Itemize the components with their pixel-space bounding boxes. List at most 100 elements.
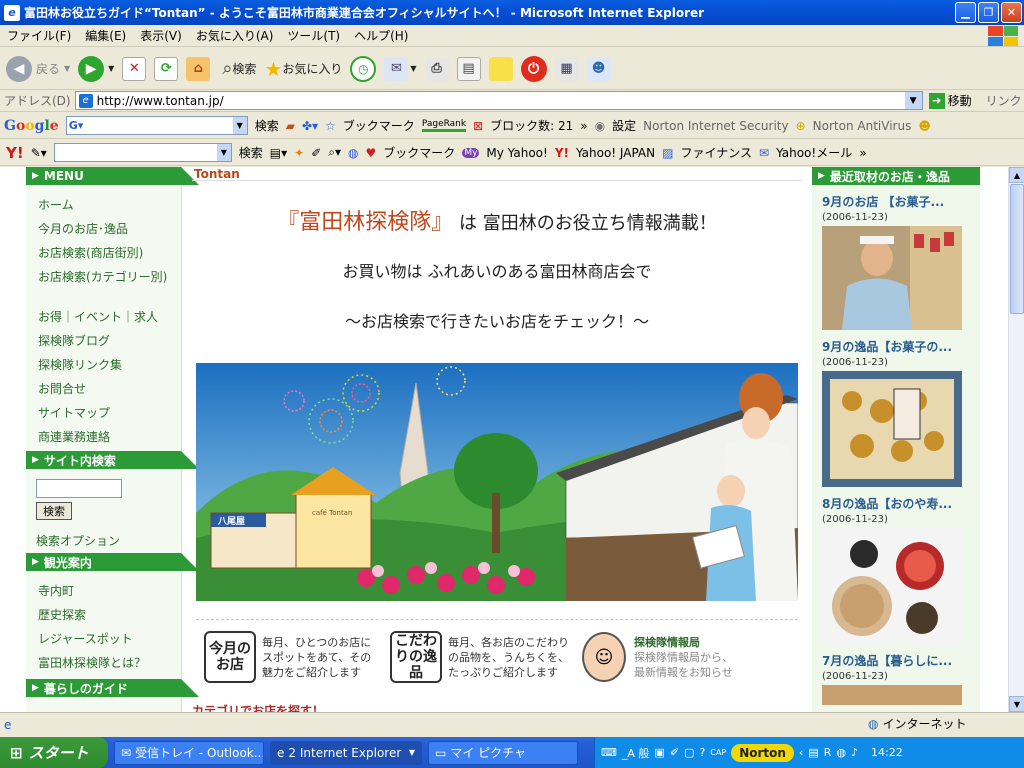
feature-shop-of-month[interactable]: 今月のお店 毎月、ひとつのお店に スポットをあて、その 魅力をご紹介します — [204, 629, 371, 685]
expand-tray-icon[interactable]: ‹ — [799, 746, 803, 759]
eraser-icon[interactable]: ✐ — [311, 146, 321, 160]
yahoo-search-button[interactable]: 検索 — [239, 144, 263, 161]
clock[interactable]: 14:22 — [871, 746, 903, 759]
menu-view[interactable]: 表示(V) — [133, 27, 189, 44]
menu-link[interactable]: お店検索(カテゴリー別) — [38, 265, 181, 305]
recent-item[interactable]: 9月のお店 【お菓子... (2006-11-23) — [812, 193, 980, 330]
contacts-button[interactable]: ☻ — [586, 56, 611, 81]
tray-icon[interactable]: ▤ — [808, 746, 818, 759]
go-button[interactable]: ➜ 移動 — [928, 92, 972, 109]
menu-link[interactable]: サイトマップ — [38, 401, 181, 425]
recent-item[interactable]: 7月の逸品【暮らしに... (2006-11-23) — [812, 652, 980, 705]
taskbar-outlook[interactable]: ✉ 受信トレイ - Outlook... — [114, 740, 264, 765]
scroll-thumb[interactable] — [1010, 184, 1024, 314]
history-button[interactable]: ◷ — [350, 55, 377, 82]
recent-item-title[interactable]: 8月の逸品【おのや寿... — [822, 495, 980, 512]
chevron-down-icon[interactable]: ▼ — [232, 117, 247, 134]
keyboard-icon[interactable]: ⌨ — [601, 746, 617, 759]
address-input[interactable]: e http://www.tontan.jp/ ▼ — [74, 91, 923, 110]
menu-link[interactable]: お問合せ — [38, 377, 181, 401]
popup-blocker-count[interactable]: ブロック数: 21 — [490, 117, 573, 134]
scroll-down-icon[interactable]: ▼ — [1009, 696, 1024, 712]
refresh-button[interactable]: ⟳ — [154, 56, 179, 81]
tourism-link[interactable]: 富田林探検隊とは？ — [38, 651, 181, 675]
menu-link[interactable]: 探検隊リンク集 — [38, 353, 181, 377]
google-search-input[interactable]: G▾ ▼ — [65, 116, 248, 135]
norton-security-label[interactable]: Norton Internet Security — [643, 119, 788, 133]
feature-special-item[interactable]: こだわりの逸品 毎月、各お店のこだわり の品物を、うんちくを、 たっぷりご紹介し… — [390, 629, 569, 685]
stop-button[interactable]: ✕ — [122, 56, 147, 81]
tray-icon[interactable]: ▣ — [654, 746, 664, 759]
menu-link[interactable]: お店検索(商店街別) — [38, 241, 181, 265]
tray-icon[interactable]: R — [824, 746, 832, 759]
snack-box-photo[interactable] — [822, 371, 962, 487]
globe-icon[interactable]: ◍ — [348, 146, 358, 160]
minimize-button[interactable]: ▁ — [955, 2, 976, 23]
menu-edit[interactable]: 編集(E) — [78, 27, 133, 44]
home-button[interactable]: ⌂ — [186, 56, 211, 81]
links-button[interactable]: リンク — [986, 92, 1022, 109]
feature-info-bureau[interactable]: ☺ 探検隊情報局 探検隊情報局から、 最新情報をお知らせ — [582, 629, 733, 685]
back-button[interactable]: ◀ 戻る ▼ — [6, 55, 70, 82]
start-button[interactable]: ⊞ スタート — [0, 737, 108, 768]
site-search-button[interactable]: 検索 — [36, 502, 72, 520]
tray-icon[interactable]: ▢ — [684, 746, 694, 759]
yahoo-search-input[interactable]: ▼ — [53, 143, 232, 162]
tray-icon[interactable]: ✐ — [670, 746, 679, 759]
finance-button[interactable]: ファイナンス — [680, 144, 752, 161]
menu-link[interactable]: お得｜イベント｜求人 — [38, 305, 181, 329]
shop-owner-photo[interactable] — [822, 226, 962, 330]
taskbar-ie-group[interactable]: e2 Internet Explorer ▼ — [270, 740, 422, 765]
research-button[interactable]: ▦ — [554, 56, 579, 81]
my-yahoo-button[interactable]: My Yahoo! — [486, 146, 547, 160]
forward-button[interactable]: ▶ ▼ — [78, 55, 114, 82]
menu-link[interactable]: 商連業務連絡 — [38, 425, 181, 449]
norton-icon[interactable]: ⊕ — [796, 119, 806, 133]
pagerank-indicator[interactable]: PageRank — [421, 119, 467, 132]
recent-item[interactable]: 8月の逸品【おのや寿... (2006-11-23) — [812, 495, 980, 644]
zoom-icon[interactable]: ⌕▾ — [328, 145, 341, 160]
highlight-icon[interactable]: ✦ — [294, 146, 304, 160]
recent-item-title[interactable]: 9月の逸品【お菓子の... — [822, 338, 980, 355]
recent-item-title[interactable]: 9月のお店 【お菓子... — [822, 193, 980, 210]
help-icon[interactable]: ? — [699, 746, 705, 759]
maximize-button[interactable]: ❐ — [978, 2, 999, 23]
scroll-up-icon[interactable]: ▲ — [1009, 167, 1024, 183]
norton-antivirus-icon[interactable]: ☻ — [918, 119, 931, 133]
taskbar-my-pictures[interactable]: ▭ マイ ピクチャ — [428, 740, 578, 765]
ime-indicator[interactable]: _A 般 — [622, 745, 650, 761]
bookmarks-button[interactable]: ブックマーク — [343, 117, 415, 134]
print-button[interactable]: ⎙ — [424, 56, 449, 81]
yahoo-bookmarks-button[interactable]: ブックマーク — [383, 144, 455, 161]
menu-link[interactable]: 今月のお店･逸品 — [38, 217, 181, 241]
tourism-link[interactable]: 寺内町 — [38, 579, 181, 603]
puzzle-icon[interactable]: ✤▾ — [302, 119, 318, 133]
recent-item-title[interactable]: 7月の逸品【暮らしに... — [822, 652, 980, 669]
norton-antivirus-label[interactable]: Norton AntiVirus — [813, 119, 912, 133]
overflow-chevron-icon[interactable]: » — [859, 146, 866, 160]
pen-icon[interactable]: ✎▾ — [31, 146, 47, 160]
yahoo-mail-button[interactable]: Yahoo!メール — [776, 144, 852, 161]
site-search-input[interactable] — [36, 479, 122, 498]
norton-tray-button[interactable]: Norton — [731, 743, 794, 762]
settings-button[interactable]: 設定 — [612, 117, 636, 134]
favorites-button[interactable]: ★ お気に入り — [264, 57, 342, 81]
recent-item[interactable]: 9月の逸品【お菓子の... (2006-11-23) — [812, 338, 980, 487]
sushi-set-photo[interactable] — [822, 528, 962, 644]
menu-file[interactable]: ファイル(F) — [0, 27, 78, 44]
tourism-link[interactable]: 歴史探索 — [38, 603, 181, 627]
menu-help[interactable]: ヘルプ(H) — [347, 27, 415, 44]
menu-favorites[interactable]: お気に入り(A) — [189, 27, 281, 44]
tray-icon[interactable]: ◍ — [836, 746, 846, 759]
menu-link[interactable]: ホーム — [38, 193, 181, 217]
notes-button[interactable] — [488, 56, 513, 81]
chevron-down-icon[interactable]: ▼ — [216, 144, 231, 161]
edit-button[interactable]: ▤ — [456, 56, 481, 81]
menu-link[interactable]: 探検隊ブログ — [38, 329, 181, 353]
news-icon[interactable]: ▰ — [286, 119, 295, 133]
chevron-down-icon[interactable]: ▼ — [904, 92, 922, 109]
hero-banner[interactable]: 八尾屋 café Tontan — [196, 363, 798, 601]
search-options-link[interactable]: 検索オプション — [26, 524, 181, 553]
yahoo-logo[interactable]: Y! — [6, 144, 24, 162]
tourism-link[interactable]: レジャースポット — [38, 627, 181, 651]
